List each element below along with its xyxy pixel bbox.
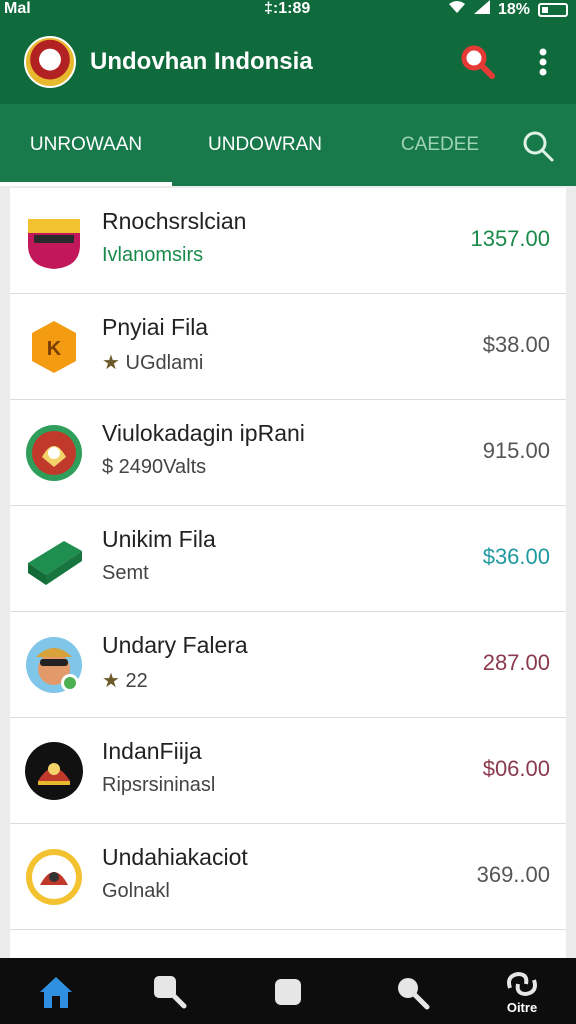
nav-search-button[interactable] [150,972,190,1012]
item-thumbnail [24,529,84,589]
signal-icon [473,0,490,19]
tab-unrowaan[interactable]: UNROWAAN [0,104,172,186]
star-icon: ★ [102,670,120,692]
search-icon [461,45,495,79]
item-price: $38.00 [482,332,550,357]
battery-icon [538,2,568,17]
battery-percent: 18% [497,0,530,18]
search-icon [523,131,554,162]
item-name: Undahiakaciot [102,844,248,870]
item-thumbnail [24,423,84,483]
tab-search-button[interactable] [520,128,556,164]
item-price: 369..00 [476,862,550,887]
item-name: IndanFiija [102,738,202,764]
list-item[interactable]: IndanFiija Ripsrsininasl $06.00 [10,718,566,824]
magnifier-icon [398,978,430,1010]
nav-other-label: Oitre [506,1000,538,1015]
status-icons: 18% [448,0,568,19]
nav-find-button[interactable] [392,972,432,1012]
search-icon [154,976,187,1009]
item-price: $36.00 [482,544,550,569]
tab-caedee[interactable]: CAEDEE [380,104,500,186]
carrier-label: Mal [4,0,31,17]
nav-square-button[interactable] [268,972,308,1012]
list-item[interactable]: K Pnyiai Fila ★ UGdlami $38.00 [10,294,566,400]
more-vert-icon [539,48,547,76]
star-icon: ★ [102,352,120,374]
list-item[interactable]: Undahiakaciot Golnakl 369..00 [10,824,566,930]
home-icon [40,977,72,1008]
item-list: Rnochsrslcian Ivlanomsirs 1357.00 K Pnyi… [10,188,566,958]
item-subtitle: ★ 22 [102,668,148,693]
item-thumbnail [24,211,84,271]
wifi-icon [448,0,466,19]
item-price: 1357.00 [470,226,550,251]
app-logo [24,36,76,88]
item-thumbnail [24,635,84,695]
item-price: $06.00 [482,756,550,781]
item-subtitle: Semt [102,562,149,584]
list-item[interactable]: Unikim Fila Semt $36.00 [10,506,566,612]
item-price: 287.00 [482,650,550,675]
status-bar: Mal ‡:1:89 18% [0,0,576,22]
item-subtitle: ★ UGdlami [102,350,203,375]
app-title: Undovhan Indonsia [90,48,313,75]
item-name: Undary Falera [102,632,248,658]
svg-text:K: K [47,338,62,360]
item-thumbnail: K [24,317,84,377]
search-button[interactable] [460,44,496,80]
app-bar: Undovhan Indonsia [0,22,576,104]
item-subtitle: $ 2490Valts [102,456,207,478]
status-time: ‡:1:89 [264,0,311,17]
nav-home-button[interactable] [36,972,76,1012]
bottom-navigation: Oitre [0,958,576,1024]
tab-undowran[interactable]: UNDOWRAN [190,104,340,186]
item-name: Pnyiai Fila [102,314,209,340]
item-subtitle: Ripsrsininasl [102,774,216,796]
item-name: Rnochsrslcian [102,208,247,234]
item-subtitle: Ivlanomsirs [102,244,204,266]
item-thumbnail [24,847,84,907]
tab-bar: UNROWAAN UNDOWRAN CAEDEE [0,104,576,186]
item-price: 915.00 [482,438,550,463]
list-item[interactable]: Undary Falera ★ 22 287.00 [10,612,566,718]
link-icon [507,971,537,997]
item-name: Viulokadagin ipRani [102,420,305,446]
list-item[interactable]: Rnochsrslcian Ivlanomsirs 1357.00 [10,188,566,294]
item-subtitle-text: UGdlami [125,352,204,374]
square-icon [275,979,301,1005]
item-subtitle-text: 22 [125,670,148,692]
item-thumbnail [24,741,84,801]
item-subtitle: Golnakl [102,880,170,902]
list-item[interactable]: Viulokadagin ipRani $ 2490Valts 915.00 [10,400,566,506]
more-options-button[interactable] [530,44,556,80]
item-name: Unikim Fila [102,526,216,552]
